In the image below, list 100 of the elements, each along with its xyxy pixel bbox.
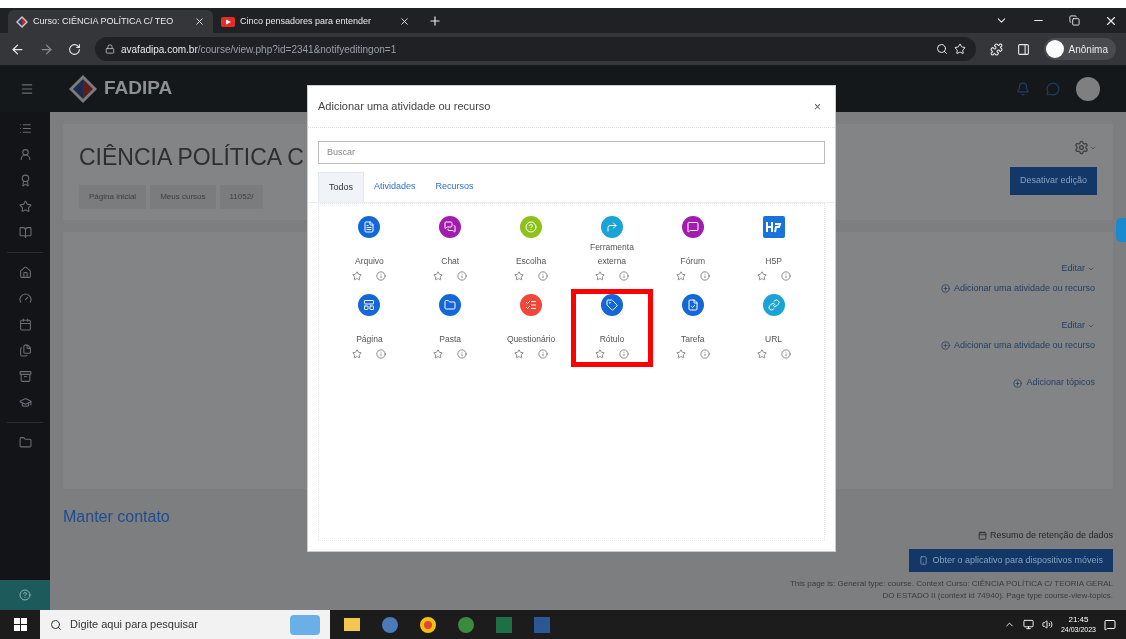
activity-name: Tarefa [680,333,705,346]
dialog-tab[interactable]: Atividades [364,171,426,202]
info-icon[interactable] [699,349,710,359]
info-icon[interactable] [376,349,387,359]
restore-icon[interactable] [1069,15,1080,26]
windows-start-icon[interactable] [13,618,27,631]
settings-icon[interactable] [1074,140,1089,155]
activity-name: Arquivo [355,255,384,268]
close-icon[interactable] [399,16,410,27]
star-icon[interactable] [352,271,363,281]
taskbar-search-field[interactable]: Digite aqui para pesquisar [40,610,330,639]
activity-item[interactable]: Ferramenta externa [575,216,649,284]
help-button[interactable] [0,580,50,610]
star-icon[interactable] [514,349,525,359]
volume-icon[interactable] [1041,619,1053,630]
back-icon[interactable] [10,41,25,57]
reload-icon[interactable] [68,42,81,56]
avatar[interactable] [1076,76,1100,101]
activity-item[interactable]: H5P [737,216,810,284]
star-icon[interactable] [675,271,686,281]
network-icon[interactable] [1022,619,1034,630]
info-icon[interactable] [780,271,791,281]
star-icon[interactable] [18,200,32,213]
star-icon[interactable] [352,349,363,359]
plus-circle-icon [1013,378,1023,388]
files-icon[interactable] [18,344,32,357]
dialog-tab[interactable]: Recursos [425,171,484,202]
side-panel-icon[interactable] [1016,42,1030,56]
info-icon[interactable] [457,271,468,281]
plus-circle-icon [940,284,950,294]
activity-item[interactable]: Página [333,294,406,362]
profile-chip[interactable]: Anônima [1043,38,1116,60]
fadipa-logo-icon [68,73,98,104]
menu-icon[interactable] [20,81,34,96]
mobile-app-button[interactable]: Obter o aplicativo para dispositivos móveis [909,548,1113,572]
info-icon[interactable] [699,271,710,281]
brand-name: FADIPA [104,76,173,101]
activity-item[interactable]: Questionário [494,294,568,362]
zoom-icon[interactable] [935,43,948,55]
star-icon[interactable] [756,349,767,359]
search-icon [50,618,62,631]
gauge-icon[interactable] [18,292,32,305]
word-icon[interactable] [534,616,550,633]
star-icon[interactable] [675,349,686,359]
new-tab-icon[interactable] [428,14,442,28]
info-icon[interactable] [538,271,549,281]
home-icon[interactable] [18,266,32,279]
dialog-tab[interactable]: Todos [318,171,365,202]
activity-name: Chat [441,255,460,268]
tab-title: Cinco pensadores para entender [240,14,373,28]
calendar-icon[interactable] [18,318,32,331]
activity-item[interactable]: Pasta [413,294,487,362]
notifications-icon[interactable] [1104,618,1116,631]
plus-circle-icon [940,341,950,351]
activity-item[interactable]: Arquivo [333,216,406,284]
activity-name: Escolha [515,255,547,268]
star-icon[interactable] [594,271,605,281]
book-icon[interactable] [18,226,32,239]
forward-icon[interactable] [39,41,54,57]
info-icon[interactable] [618,271,629,281]
dialog-title: Adicionar uma atividade ou recurso [318,99,491,115]
browser-tab[interactable]: Curso: CIÊNCIA POLÍTICA C/ TEO [8,10,213,33]
phone-icon [919,555,929,565]
info-icon[interactable] [457,349,468,359]
close-icon[interactable] [194,16,205,27]
close-button[interactable]: × [810,97,825,116]
star-icon[interactable] [594,349,605,359]
excel-icon[interactable] [496,616,512,633]
search-field[interactable]: Buscar [318,140,825,164]
activity-item[interactable]: Escolha [494,216,568,284]
browser-tab[interactable]: Cinco pensadores para entender [213,10,418,33]
info-icon[interactable] [780,349,791,359]
list-icon[interactable] [18,122,32,135]
info-icon[interactable] [376,271,387,281]
archive-icon[interactable] [18,370,32,383]
activity-item[interactable]: Tarefa [656,294,730,362]
user-icon[interactable] [18,148,32,161]
address-field[interactable]: avafadipa.com.br/course/view.php?id=2341&notifyeditingon=1 [95,37,976,61]
activity-item[interactable]: Rótulo [575,294,649,362]
activity-name: Página [356,333,383,346]
activity-item[interactable]: URL [737,294,810,362]
activity-item[interactable]: Chat [413,216,487,284]
info-icon[interactable] [538,349,549,359]
data-retention-link[interactable]: Resumo de retenção de dados [977,529,1113,543]
info-icon[interactable] [618,349,629,359]
app-icon[interactable] [382,616,398,633]
extension-icon[interactable] [989,42,1003,56]
graduation-cap-icon[interactable] [18,396,32,409]
disable-editing-button[interactable]: Desativar edição [1009,167,1097,195]
star-icon[interactable] [756,271,767,281]
app-icon[interactable] [458,616,474,633]
activity-item[interactable]: Fórum [656,216,730,284]
folder-icon[interactable] [18,436,32,449]
help-icon [19,589,31,601]
activity-name: URL [765,333,783,346]
star-icon[interactable] [433,271,444,281]
star-icon[interactable] [433,349,444,359]
star-icon[interactable] [514,271,525,281]
url-host: avafadipa.com.br [121,43,198,55]
bookmark-star-icon[interactable] [953,43,966,55]
